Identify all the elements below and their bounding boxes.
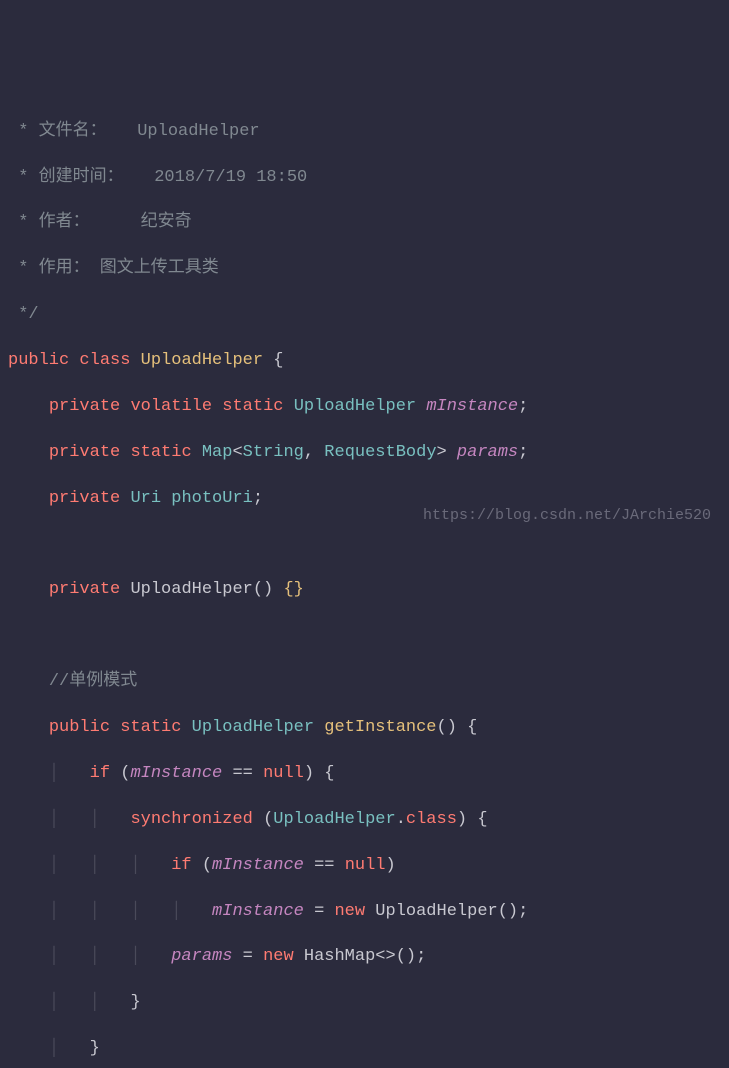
assign-stmt: │ │ │ │ mInstance = new UploadHelper();	[8, 901, 721, 924]
comment-line: //单例模式	[8, 671, 721, 694]
comment-line: * 作者： 纪安奇	[8, 212, 721, 235]
comment-line: * 作用： 图文上传工具类	[8, 258, 721, 281]
comment-line: * 文件名： UploadHelper	[8, 121, 721, 144]
class-decl: public class UploadHelper {	[8, 350, 721, 373]
constructor-decl: private UploadHelper() {}	[8, 579, 721, 602]
method-decl: public static UploadHelper getInstance()…	[8, 717, 721, 740]
blank-line	[8, 625, 721, 648]
code-block: * 文件名： UploadHelper * 创建时间： 2018/7/19 18…	[8, 98, 721, 1068]
close-brace: │ │ }	[8, 992, 721, 1015]
if-stmt: │ if (mInstance == null) {	[8, 763, 721, 786]
close-brace: │ }	[8, 1038, 721, 1061]
comment-line: */	[8, 304, 721, 327]
comment-line: * 创建时间： 2018/7/19 18:50	[8, 167, 721, 190]
field-decl: private volatile static UploadHelper mIn…	[8, 396, 721, 419]
if-stmt: │ │ │ if (mInstance == null)	[8, 855, 721, 878]
blank-line	[8, 534, 721, 557]
field-decl: private static Map<String, RequestBody> …	[8, 442, 721, 465]
sync-stmt: │ │ synchronized (UploadHelper.class) {	[8, 809, 721, 832]
assign-stmt: │ │ │ params = new HashMap<>();	[8, 946, 721, 969]
watermark-text: https://blog.csdn.net/JArchie520	[423, 506, 711, 526]
